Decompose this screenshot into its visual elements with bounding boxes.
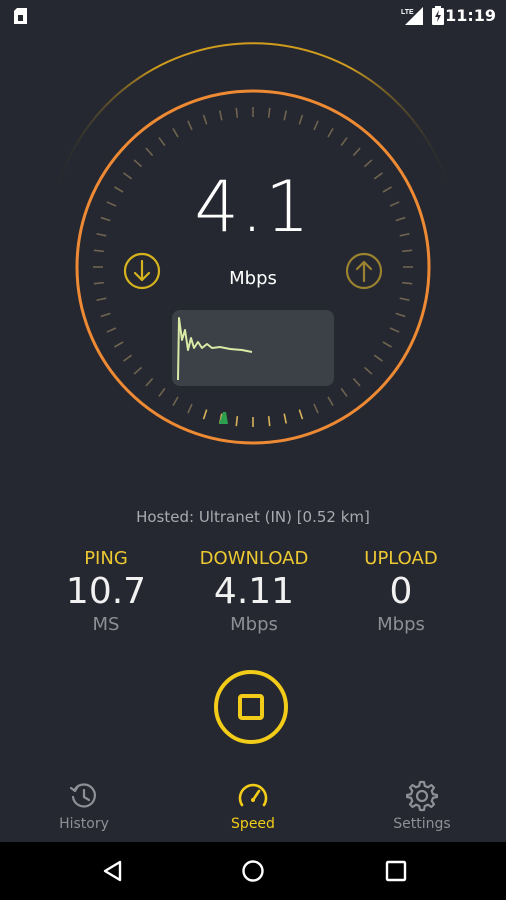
gauge-tick xyxy=(158,387,166,397)
system-navigation-bar xyxy=(0,842,506,900)
gauge-tick xyxy=(218,110,223,121)
server-info: Hosted: Ultranet (IN) [0.52 km] xyxy=(136,508,370,526)
gauge-tick xyxy=(267,416,271,427)
download-value: 4.11 xyxy=(213,571,295,612)
gauge-tick xyxy=(352,377,361,387)
upload-arrow-icon xyxy=(345,252,383,290)
gauge-tick xyxy=(235,107,239,118)
tab-settings[interactable]: Settings xyxy=(362,780,482,832)
gauge-tick xyxy=(363,159,373,168)
gauge-tick xyxy=(172,128,179,138)
gauge-tick xyxy=(202,114,208,125)
recents-icon[interactable] xyxy=(384,859,408,883)
gauge-tick xyxy=(313,403,319,414)
gauge-tick xyxy=(93,249,104,253)
upload-value: 0 xyxy=(389,571,413,612)
speed-graph xyxy=(172,310,334,386)
gauge-tick xyxy=(158,137,166,147)
upload-unit: Mbps xyxy=(377,614,425,636)
tab-history[interactable]: History xyxy=(24,780,144,832)
gear-icon xyxy=(406,780,438,812)
history-icon xyxy=(69,783,96,808)
gauge-tick xyxy=(123,354,133,362)
gauge-tick xyxy=(327,128,334,138)
gauge-tick xyxy=(327,396,334,406)
gauge-tick xyxy=(340,137,348,147)
gauge-tick xyxy=(363,366,373,375)
gauge-tick xyxy=(298,409,304,420)
gauge-tick xyxy=(133,159,143,168)
gauge-tick xyxy=(283,110,288,121)
sim-card-icon xyxy=(14,8,27,24)
tab-history-label: History xyxy=(59,816,109,832)
ping-unit: MS xyxy=(92,614,120,636)
gauge-tick xyxy=(298,114,304,125)
speed-graph-line xyxy=(177,317,253,381)
gauge-tick xyxy=(267,107,271,118)
speedometer-icon xyxy=(238,783,268,807)
gauge-tick xyxy=(106,327,117,333)
lte-signal-icon: LTE xyxy=(401,7,423,25)
gauge-tick xyxy=(352,147,361,157)
gauge-tick xyxy=(145,377,154,387)
download-unit: Mbps xyxy=(230,614,278,636)
status-bar: LTE 11:19 xyxy=(0,0,506,32)
gauge-tick xyxy=(283,413,288,424)
upload-metric: UPLOAD 0 Mbps xyxy=(331,548,471,635)
gauge-tick xyxy=(96,297,107,302)
ping-label: PING xyxy=(84,548,128,569)
current-speed-unit: Mbps xyxy=(229,268,277,289)
gauge-tick xyxy=(402,249,413,253)
tab-speed-label: Speed xyxy=(231,816,275,832)
home-icon[interactable] xyxy=(241,859,265,883)
download-metric: DOWNLOAD 4.11 Mbps xyxy=(184,548,324,635)
back-icon[interactable] xyxy=(100,859,124,883)
tab-speed[interactable]: Speed xyxy=(193,780,313,832)
tab-settings-label: Settings xyxy=(393,816,451,832)
gauge-tick xyxy=(373,354,383,362)
download-arrow-icon xyxy=(123,252,161,290)
svg-text:LTE: LTE xyxy=(401,9,414,16)
upload-label: UPLOAD xyxy=(364,548,438,569)
gauge-tick xyxy=(202,409,208,420)
ping-value: 10.7 xyxy=(65,571,147,612)
gauge-tick xyxy=(100,312,111,318)
stop-icon xyxy=(238,694,264,720)
ping-metric: PING 10.7 MS xyxy=(36,548,176,635)
gauge-tick xyxy=(114,341,124,348)
download-label: DOWNLOAD xyxy=(199,548,309,569)
gauge-tick xyxy=(187,403,193,414)
status-time: 11:19 xyxy=(445,6,496,25)
gauge-tick xyxy=(395,312,406,318)
gauge-tick xyxy=(382,341,392,348)
gauge-tick xyxy=(145,147,154,157)
gauge-tick xyxy=(340,387,348,397)
gauge-tick xyxy=(172,396,179,406)
gauge-tick xyxy=(389,327,400,333)
gauge-tick xyxy=(399,297,410,302)
gauge-tick xyxy=(187,120,193,131)
gauge-tick xyxy=(235,416,239,427)
battery-charging-icon xyxy=(432,6,444,25)
speed-gauge xyxy=(57,42,449,445)
current-speed-value: 4.1 xyxy=(194,166,312,248)
stop-test-button[interactable] xyxy=(214,670,288,744)
gauge-tick xyxy=(133,366,143,375)
gauge-tick xyxy=(313,120,319,131)
